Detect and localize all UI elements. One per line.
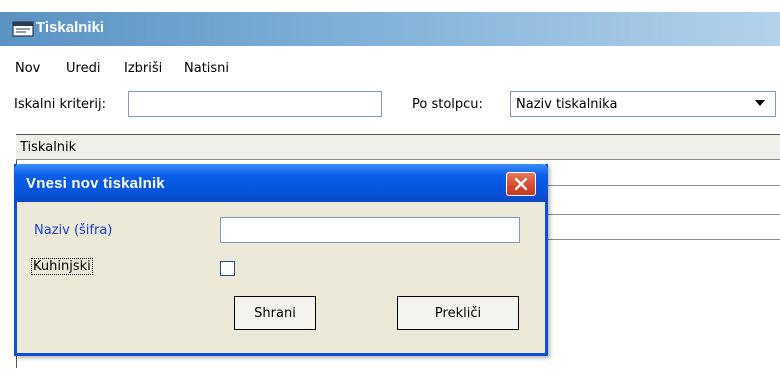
close-icon[interactable] — [512, 176, 530, 192]
window-title: Tiskalniki — [36, 19, 105, 36]
cancel-button[interactable]: Prekliči — [397, 296, 519, 330]
printer-window-icon — [12, 21, 34, 37]
table-row[interactable] — [546, 214, 780, 240]
save-button[interactable]: Shrani — [234, 296, 316, 330]
name-code-input[interactable] — [220, 217, 520, 243]
kitchen-checkbox[interactable] — [220, 261, 235, 276]
search-label: Iskalni kriterij: — [14, 97, 106, 112]
menu-item-natisni[interactable]: Natisni — [184, 61, 229, 76]
menu-bar — [0, 46, 780, 88]
column-filter-value: Naziv tiskalnika — [516, 97, 618, 112]
menu-item-uredi[interactable]: Uredi — [66, 61, 100, 76]
main-window-titlebar[interactable] — [0, 12, 780, 46]
name-code-label: Naziv (šifra) — [34, 223, 113, 238]
dialog-title: Vnesi nov tiskalnik — [26, 175, 165, 192]
column-header-tiskalnik: Tiskalnik — [20, 140, 77, 155]
kitchen-label: Kuhinjski — [31, 258, 93, 275]
column-filter-label: Po stolpcu: — [412, 97, 483, 112]
menu-item-izbrisi[interactable]: Izbriši — [124, 61, 162, 76]
chevron-down-icon[interactable] — [755, 99, 765, 107]
search-input[interactable] — [128, 91, 382, 117]
table-column-header[interactable] — [16, 134, 780, 160]
menu-item-nov[interactable]: Nov — [15, 61, 40, 76]
